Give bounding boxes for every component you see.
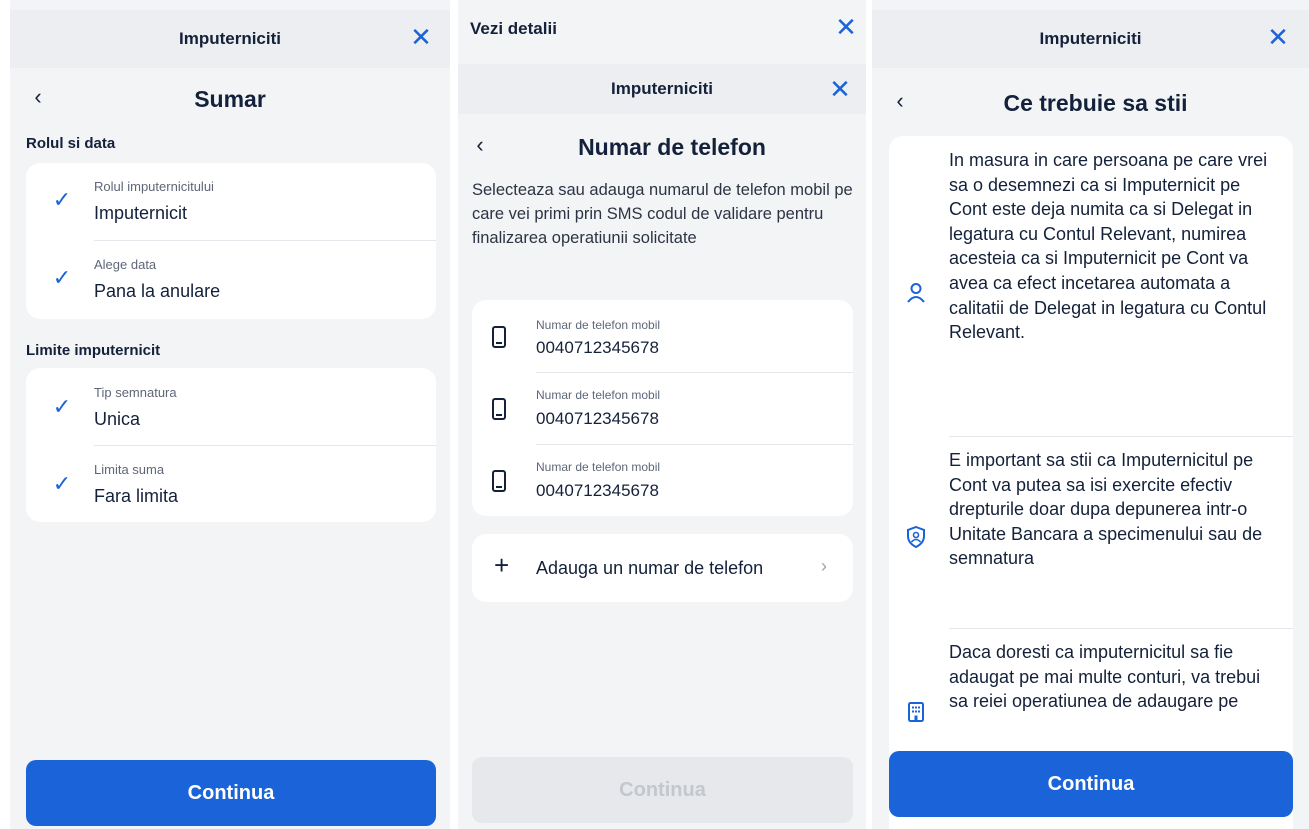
info-item: Daca doresti ca imputernicitul sa fie ad… — [889, 640, 1293, 760]
add-phone-button[interactable]: + Adauga un numar de telefon › — [472, 534, 853, 602]
row-label: Rolul imputernicitului — [94, 179, 214, 194]
phone-number: 0040712345678 — [536, 409, 659, 428]
info-item: In masura in care persoana pe care vrei … — [889, 148, 1293, 436]
screen-header: ‹ Sumar — [10, 78, 450, 118]
screen-title: Sumar — [194, 86, 266, 112]
section-label-limits: Limite imputernicit — [26, 342, 161, 359]
close-icon[interactable]: ✕ — [827, 76, 853, 102]
phone-list-card: Numar de telefon mobil 0040712345678 Num… — [472, 300, 853, 516]
row-value: Unica — [94, 409, 141, 429]
phone-number-screen: Vezi detalii ✕ Imputerniciti ✕ ‹ Numar d… — [458, 0, 866, 829]
summary-row[interactable]: ✓ Rolul imputernicitului Imputernicit — [26, 163, 436, 241]
row-value: Fara limita — [94, 486, 179, 506]
row-label: Tip semnatura — [94, 385, 177, 400]
person-icon — [905, 282, 927, 309]
screen-title: Numar de telefon — [578, 134, 766, 160]
phone-row[interactable]: Numar de telefon mobil 0040712345678 — [472, 444, 853, 516]
close-icon[interactable]: ✕ — [833, 14, 859, 40]
continue-button[interactable]: Continua — [472, 757, 853, 823]
chevron-right-icon: › — [821, 556, 827, 576]
info-text: E important sa stii ca Imputernicitul pe… — [949, 450, 1263, 569]
building-icon — [905, 702, 927, 727]
screen-header: ‹ Ce trebuie sa stii — [872, 82, 1309, 122]
details-bar: Vezi detalii ✕ — [458, 0, 866, 56]
shield-user-icon — [905, 525, 927, 553]
summary-row[interactable]: ✓ Limita suma Fara limita — [26, 445, 436, 522]
summary-screen: Imputerniciti ✕ ‹ Sumar Rolul si data ✓ … — [10, 0, 450, 829]
top-bar-title: Imputerniciti — [1039, 29, 1142, 48]
continue-button[interactable]: Continua — [889, 751, 1293, 817]
phone-icon — [492, 398, 506, 420]
phone-icon — [492, 470, 506, 492]
phone-row[interactable]: Numar de telefon mobil 0040712345678 — [472, 372, 853, 444]
section-label-role: Rolul si data — [26, 135, 116, 152]
divider — [949, 628, 1293, 629]
phone-number: 0040712345678 — [536, 481, 659, 500]
summary-row[interactable]: ✓ Tip semnatura Unica — [26, 368, 436, 445]
phone-label: Numar de telefon mobil — [536, 318, 661, 332]
summary-row[interactable]: ✓ Alege data Pana la anulare — [26, 241, 436, 319]
info-text: Daca doresti ca imputernicitul sa fie ad… — [949, 642, 1261, 712]
top-bar-title: Imputerniciti — [610, 79, 713, 98]
top-bar: Imputerniciti ✕ — [10, 10, 450, 68]
info-card: In masura in care persoana pe care vrei … — [889, 136, 1293, 829]
screen-header: ‹ Numar de telefon — [458, 126, 866, 166]
description-text: Selecteaza sau adauga numarul de telefon… — [472, 181, 853, 247]
info-screen: Imputerniciti ✕ ‹ Ce trebuie sa stii In … — [872, 0, 1309, 829]
checkmark-icon: ✓ — [52, 394, 72, 419]
phone-icon — [492, 326, 506, 348]
plus-icon: + — [494, 550, 510, 580]
checkmark-icon: ✓ — [52, 187, 72, 212]
screen-title: Ce trebuie sa stii — [1003, 90, 1188, 116]
phone-label: Numar de telefon mobil — [536, 388, 661, 402]
top-bar-title: Imputerniciti — [178, 29, 281, 48]
limits-card: ✓ Tip semnatura Unica ✓ Limita suma Fara… — [26, 368, 436, 522]
details-title: Vezi detalii — [470, 19, 557, 38]
close-icon[interactable]: ✕ — [1265, 24, 1291, 50]
info-item: E important sa stii ca Imputernicitul pe… — [889, 448, 1293, 628]
row-value: Imputernicit — [94, 203, 188, 223]
info-text: In masura in care persoana pe care vrei … — [949, 150, 1268, 343]
row-label: Limita suma — [94, 462, 165, 477]
role-date-card: ✓ Rolul imputernicitului Imputernicit ✓ … — [26, 163, 436, 319]
close-icon[interactable]: ✕ — [408, 24, 434, 50]
checkmark-icon: ✓ — [52, 265, 72, 290]
divider — [949, 436, 1293, 437]
top-bar: Imputerniciti ✕ — [458, 64, 866, 114]
phone-number: 0040712345678 — [536, 338, 659, 357]
phone-label: Numar de telefon mobil — [536, 460, 661, 474]
row-value: Pana la anulare — [94, 281, 221, 301]
top-bar: Imputerniciti ✕ — [872, 10, 1309, 68]
phone-row[interactable]: Numar de telefon mobil 0040712345678 — [472, 300, 853, 372]
checkmark-icon: ✓ — [52, 471, 72, 496]
add-phone-label: Adauga un numar de telefon — [536, 558, 764, 578]
row-label: Alege data — [94, 257, 157, 272]
continue-button[interactable]: Continua — [26, 760, 436, 826]
